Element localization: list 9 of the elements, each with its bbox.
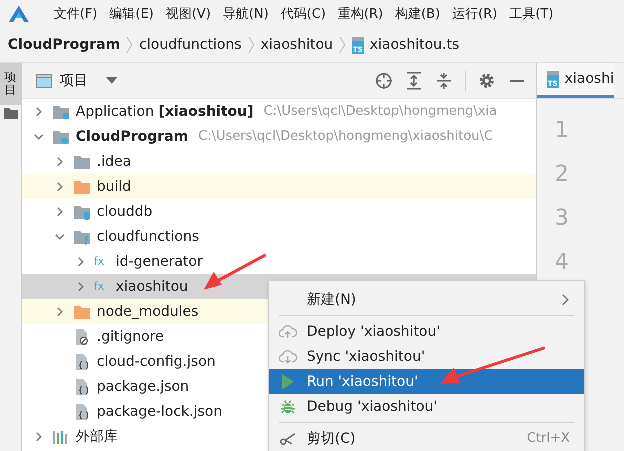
line-number: 2 bbox=[555, 161, 570, 189]
shortcut-text: Ctrl+X bbox=[527, 431, 570, 446]
line-number: 1 bbox=[555, 117, 570, 145]
line-number: 4 bbox=[555, 249, 570, 277]
function-icon: fx bbox=[94, 255, 112, 268]
editor-tab-label: xiaoshi bbox=[564, 71, 614, 87]
panel-title: 项目 bbox=[60, 72, 88, 90]
function-icon: fx bbox=[94, 280, 112, 293]
line-number: 3 bbox=[555, 205, 570, 233]
